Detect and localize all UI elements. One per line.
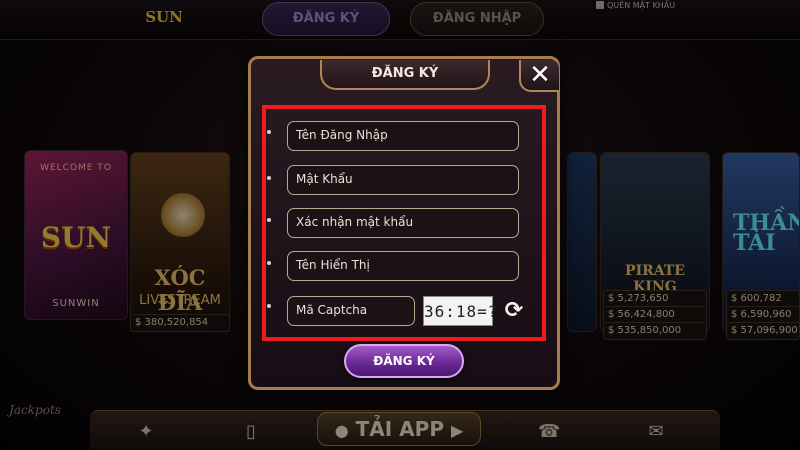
register-submit-button[interactable]: ĐĂNG KÝ [344, 344, 464, 378]
field-bullet [267, 304, 271, 308]
close-button[interactable]: ✕ [519, 60, 559, 92]
username-field[interactable]: Tên Đăng Nhập [287, 121, 519, 151]
captcha-image: 36:18=? [423, 296, 497, 326]
password-field[interactable]: Mật Khẩu [287, 165, 519, 195]
refresh-captcha-icon[interactable]: ⟳ [502, 298, 526, 324]
close-icon: ✕ [529, 60, 551, 90]
display-name-field[interactable]: Tên Hiển Thị [287, 251, 519, 281]
dialog-title: ĐĂNG KÝ [371, 66, 439, 81]
captcha-field[interactable]: Mã Captcha [287, 296, 415, 326]
field-bullet [267, 261, 271, 265]
dialog-title-tab: ĐĂNG KÝ [320, 60, 490, 90]
field-bullet [267, 176, 271, 180]
field-bullet [267, 130, 271, 134]
confirm-password-field[interactable]: Xác nhận mật khẩu [287, 208, 519, 238]
field-bullet [267, 218, 271, 222]
